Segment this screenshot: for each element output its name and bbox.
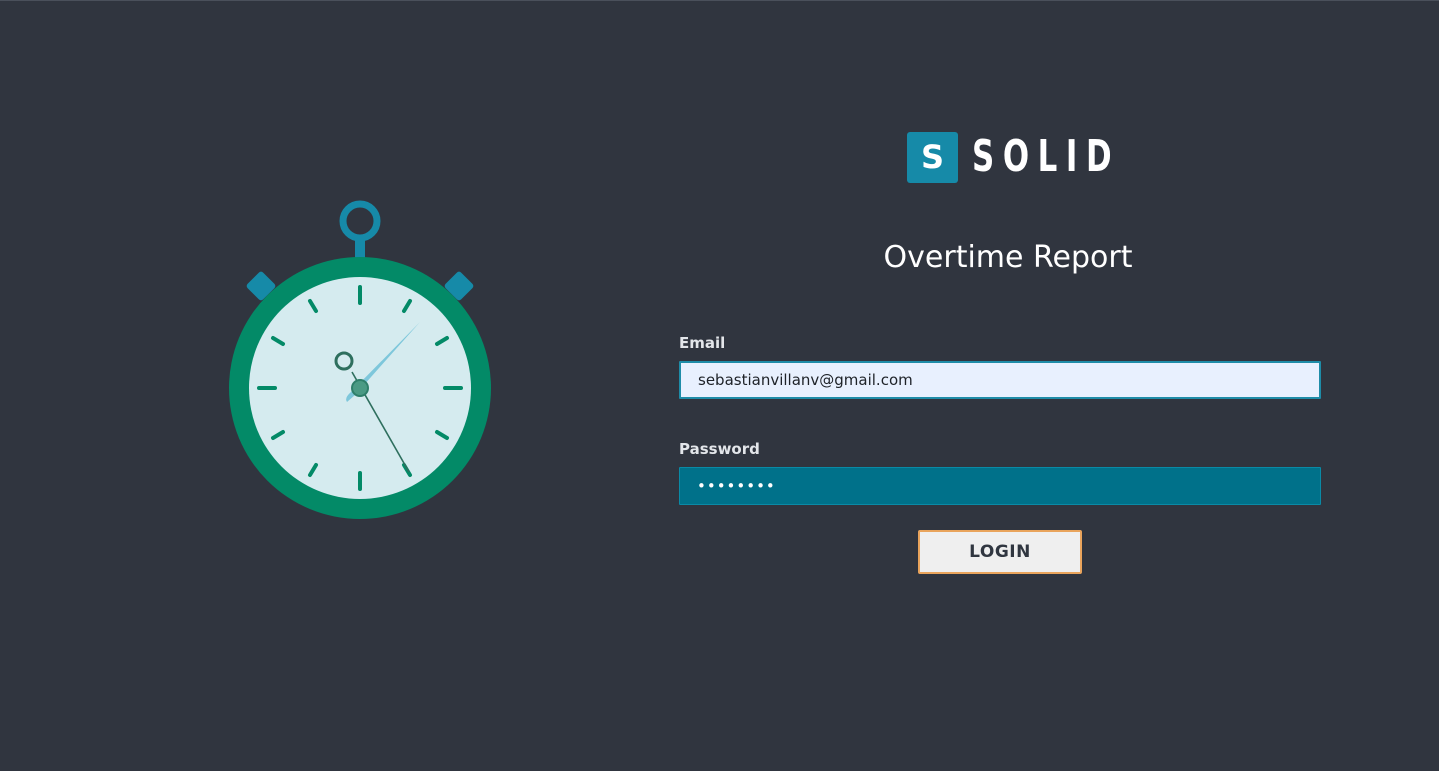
- password-field[interactable]: [679, 467, 1321, 505]
- login-button[interactable]: LOGIN: [918, 530, 1082, 574]
- stopwatch-icon: [229, 200, 491, 519]
- email-label: Email: [679, 334, 726, 352]
- page-title: Overtime Report: [883, 240, 1133, 275]
- window-top-border: [0, 0, 1439, 1]
- password-label: Password: [679, 440, 760, 458]
- email-field[interactable]: [679, 361, 1321, 399]
- logo-wordmark: SOLID: [972, 131, 1121, 182]
- logo-letter: S: [920, 138, 945, 176]
- logo-mark: S: [907, 131, 958, 183]
- stopwatch-illustration: [220, 195, 500, 525]
- solid-logo: S SOLID: [907, 131, 1162, 183]
